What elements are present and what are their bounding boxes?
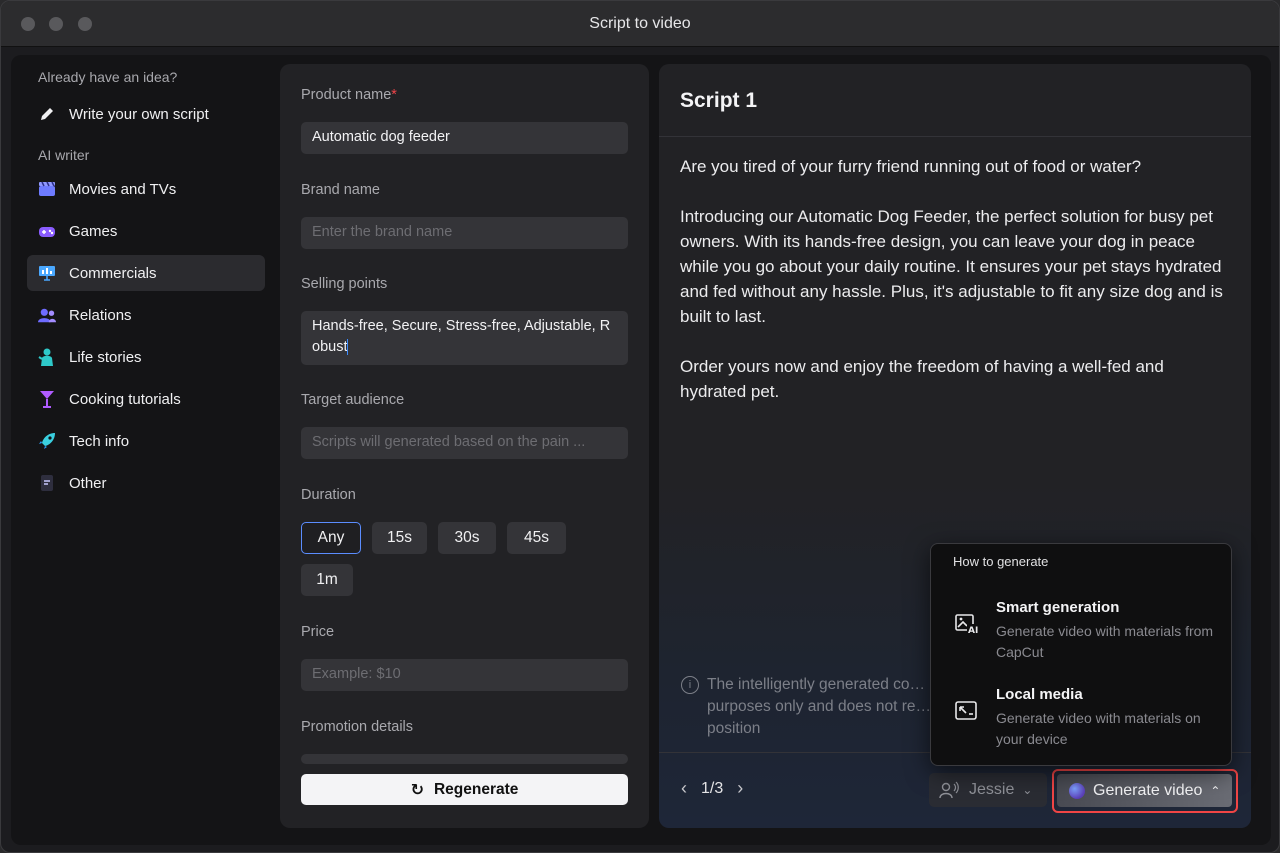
product-name-label: Product name*: [301, 87, 397, 103]
text-cursor: [347, 339, 349, 356]
cocktail-glass-icon: [38, 390, 56, 408]
option-title: Smart generation: [996, 599, 1120, 616]
promotion-details-input[interactable]: [301, 754, 628, 764]
duration-option-45s[interactable]: 45s: [507, 522, 566, 554]
smart-generation-option[interactable]: AI Smart generation Generate video with …: [953, 599, 1223, 663]
sidebar-heading-ai: AI writer: [38, 147, 90, 163]
header-divider: [659, 136, 1251, 137]
sidebar-item-other[interactable]: Other: [27, 465, 265, 501]
script-paragraph: Introducing our Automatic Dog Feeder, th…: [680, 207, 1223, 326]
voice-selector[interactable]: Jessie ⌄: [929, 773, 1047, 807]
script-title: Script 1: [680, 89, 758, 112]
sidebar-item-cooking[interactable]: Cooking tutorials: [27, 381, 265, 417]
sidebar-item-label: Relations: [69, 306, 132, 324]
sidebar-item-movies[interactable]: Movies and TVs: [27, 171, 265, 207]
script-text[interactable]: Are you tired of your furry friend runni…: [680, 154, 1228, 429]
generate-video-button[interactable]: Generate video ⌃: [1057, 774, 1232, 807]
voice-name: Jessie: [969, 781, 1015, 798]
local-media-option[interactable]: Local media Generate video with material…: [953, 686, 1223, 750]
duration-option-15s[interactable]: 15s: [372, 522, 427, 554]
price-label: Price: [301, 624, 335, 640]
product-name-input[interactable]: Automatic dog feeder: [301, 122, 628, 154]
selling-points-input[interactable]: Hands-free, Secure, Stress-free, Adjusta…: [301, 311, 628, 365]
local-media-icon: [955, 700, 979, 722]
duration-option-any[interactable]: Any: [301, 522, 361, 554]
sidebar-item-label: Tech info: [69, 432, 130, 450]
person-icon: [38, 348, 56, 366]
option-description: Generate video with materials from CapCu…: [996, 623, 1214, 660]
chevron-down-icon: ⌄: [1022, 783, 1033, 797]
product-form: Product name* Automatic dog feeder Brand…: [280, 64, 649, 828]
generate-video-highlight: Generate video ⌃: [1052, 769, 1238, 813]
disclaimer-text: The intelligently generated co… purposes…: [707, 676, 932, 737]
option-title: Local media: [996, 686, 1083, 703]
sidebar-item-life-stories[interactable]: Life stories: [27, 339, 265, 375]
gamepad-icon: [38, 222, 56, 240]
pencil-icon: [38, 105, 56, 123]
brand-name-input[interactable]: Enter the brand name: [301, 217, 628, 249]
sidebar-item-label: Games: [69, 222, 118, 240]
price-input[interactable]: Example: $10: [301, 659, 628, 691]
ai-orb-icon: [1069, 782, 1085, 799]
sidebar-item-commercials[interactable]: Commercials: [27, 255, 265, 291]
chevron-left-icon[interactable]: ‹: [681, 778, 687, 799]
sidebar-item-label: Movies and TVs: [69, 180, 177, 198]
option-description: Generate video with materials on your de…: [996, 710, 1201, 747]
refresh-icon: ↻: [410, 781, 424, 799]
svg-text:AI: AI: [968, 626, 978, 635]
required-asterisk: *: [391, 87, 397, 103]
write-own-script-button[interactable]: Write your own script: [27, 96, 265, 132]
target-audience-input[interactable]: Scripts will generated based on the pain…: [301, 427, 628, 459]
write-own-script-label: Write your own script: [69, 105, 209, 123]
people-icon: [38, 306, 56, 324]
sidebar-item-label: Other: [69, 474, 107, 492]
page-indicator: 1/3: [701, 779, 724, 797]
sidebar-item-games[interactable]: Games: [27, 213, 265, 249]
title-bar: Script to video: [1, 1, 1279, 47]
regenerate-button[interactable]: ↻ Regenerate: [301, 774, 628, 805]
sidebar-item-relations[interactable]: Relations: [27, 297, 265, 333]
window-title: Script to video: [589, 15, 691, 32]
sidebar-item-label: Commercials: [69, 264, 157, 282]
sidebar-item-tech-info[interactable]: Tech info: [27, 423, 265, 459]
sidebar-item-label: Life stories: [69, 348, 142, 366]
clapperboard-icon: [38, 180, 56, 198]
presentation-chart-icon: [38, 264, 56, 282]
regenerate-label: Regenerate: [433, 780, 519, 798]
chevron-right-icon[interactable]: ›: [737, 778, 743, 799]
chevron-up-icon: ⌃: [1210, 783, 1221, 798]
app-window: Script to video Already have an idea? Wr…: [0, 0, 1280, 853]
info-icon: i: [681, 676, 699, 694]
ai-image-icon: AI: [955, 613, 979, 636]
rocket-icon: [38, 432, 56, 450]
script-paragraph: Are you tired of your furry friend runni…: [680, 157, 1142, 176]
duration-label: Duration: [301, 487, 356, 503]
speaker-voice-icon: [939, 781, 959, 799]
script-pager: ‹ 1/3 ›: [681, 778, 743, 799]
generate-options-menu: How to generate AI Smart generation Gene…: [930, 543, 1232, 766]
duration-option-1m[interactable]: 1m: [301, 564, 353, 596]
menu-heading: How to generate: [953, 554, 1049, 569]
script-paragraph: Order yours now and enjoy the freedom of…: [680, 357, 1164, 401]
sidebar-heading-idea: Already have an idea?: [38, 69, 178, 85]
selling-points-label: Selling points: [301, 276, 388, 292]
document-icon: [38, 474, 56, 492]
sidebar: Already have an idea? Write your own scr…: [27, 55, 267, 845]
sidebar-item-label: Cooking tutorials: [69, 390, 181, 408]
promotion-details-label: Promotion details: [301, 719, 414, 735]
target-audience-label: Target audience: [301, 392, 405, 408]
duration-option-30s[interactable]: 30s: [438, 522, 496, 554]
generate-video-label: Generate video: [1093, 781, 1203, 799]
brand-name-label: Brand name: [301, 182, 380, 198]
ai-disclaimer: i The intelligently generated co… purpos…: [681, 674, 941, 740]
